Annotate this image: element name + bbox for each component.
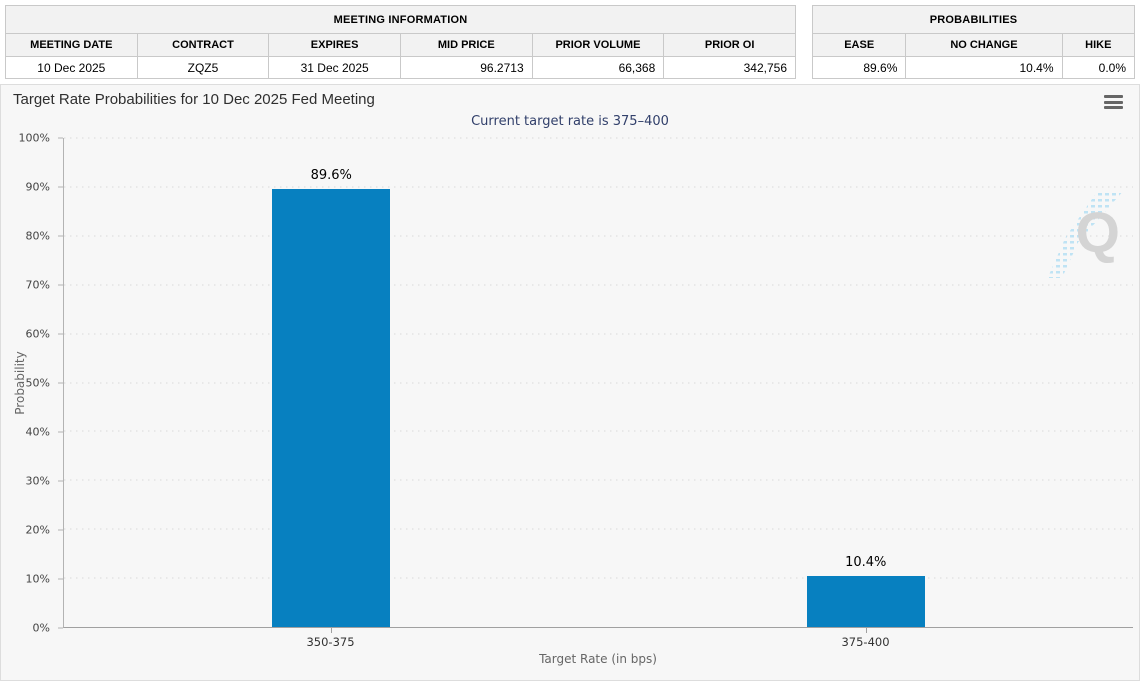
cell-hike: 0.0% (1061, 56, 1136, 79)
cell-prior-volume: 66,368 (531, 56, 665, 79)
column-header-hike: HIKE (1061, 33, 1136, 57)
y-axis-tick-label: 40% (25, 425, 50, 439)
cell-ease: 89.6% (811, 56, 907, 79)
x-axis-title: Target Rate (in bps) (539, 652, 657, 666)
menu-bar-line (1104, 95, 1123, 98)
x-axis-tick (331, 628, 333, 633)
column-header-prior-oi: PRIOR OI (663, 33, 796, 57)
y-axis-tick-label: 20% (25, 523, 50, 537)
cell-contract: ZQZ5 (136, 56, 270, 79)
x-axis-tick (865, 628, 867, 633)
probability-bar-350-375[interactable]: 89.6% (272, 168, 391, 627)
probabilities-table: PROBABILITIES EASE NO CHANGE HIKE 89.6% 10.… (811, 5, 1136, 79)
cell-prior-oi: 342,756 (663, 56, 796, 79)
category-slot: 10.4% (599, 138, 1134, 633)
fedwatch-chart-panel: Target Rate Probabilities for 10 Dec 202… (0, 84, 1140, 681)
meeting-info-header-row: MEETING DATE CONTRACT EXPIRES MID PRICE PRIO… (5, 33, 796, 57)
bars: 89.6% 10.4% (64, 138, 1134, 633)
y-axis-tick-label: 70% (25, 278, 50, 292)
x-axis-labels: 350-375 375-400 (63, 635, 1133, 649)
y-axis-tick-label: 90% (25, 180, 50, 194)
cell-no-change: 10.4% (905, 56, 1063, 79)
y-axis-tick-label: 60% (25, 327, 50, 341)
y-axis-tick-label: 50% (25, 376, 50, 390)
plot-area: Q 89.6% 10.4% (63, 137, 1134, 633)
cell-meeting-date: 10 Dec 2025 (5, 56, 138, 79)
probabilities-title-row: PROBABILITIES (812, 5, 1135, 34)
hamburger-menu-icon[interactable] (1104, 95, 1123, 112)
meeting-info-title: MEETING INFORMATION (5, 5, 796, 34)
bar-data-label: 10.4% (845, 555, 887, 571)
probability-bar-375-400[interactable]: 10.4% (806, 555, 925, 627)
probabilities-value-row: 89.6% 10.4% 0.0% (811, 56, 1136, 79)
category-slot: 89.6% (64, 138, 599, 633)
column-header-prior-volume: PRIOR VOLUME (531, 33, 665, 57)
probabilities-header-row: EASE NO CHANGE HIKE (811, 33, 1136, 57)
column-header-contract: CONTRACT (136, 33, 270, 57)
bar-data-label: 89.6% (310, 167, 352, 183)
y-axis-tick-label: 30% (25, 474, 50, 488)
probabilities-title: PROBABILITIES (812, 5, 1135, 34)
column-header-ease: EASE (811, 33, 907, 57)
meeting-info-title-row: MEETING INFORMATION (5, 5, 796, 34)
y-axis-tick-label: 0% (32, 621, 50, 635)
x-axis-category-label: 375-400 (841, 635, 890, 649)
chart-subtitle: Current target rate is 375–400 (471, 114, 669, 129)
menu-bar-line (1104, 100, 1123, 104)
x-axis-category-label: 350-375 (306, 635, 355, 649)
y-axis-labels: 0% 10% 20% 30% 40% 50% 60% 70% 80% 90% 100% (1, 132, 63, 635)
y-axis-tick-label: 10% (25, 572, 50, 586)
meeting-info-value-row: 10 Dec 2025 ZQZ5 31 Dec 2025 96.2713 66,368 3… (5, 56, 796, 79)
column-header-expires: EXPIRES (268, 33, 401, 57)
column-header-meeting-date: MEETING DATE (5, 33, 138, 57)
column-header-mid-price: MID PRICE (399, 33, 533, 57)
column-header-no-change: NO CHANGE (905, 33, 1063, 57)
y-axis-tick-label: 80% (25, 229, 50, 243)
menu-bar-line (1104, 106, 1123, 109)
chart-title: Target Rate Probabilities for 10 Dec 202… (13, 91, 375, 108)
y-axis-tick-label: 100% (18, 131, 50, 145)
cell-mid-price: 96.2713 (399, 56, 533, 79)
summary-tables-row: MEETING INFORMATION MEETING DATE CONTRACT… (0, 0, 1140, 79)
cell-expires: 31 Dec 2025 (268, 56, 401, 79)
meeting-info-table: MEETING INFORMATION MEETING DATE CONTRACT… (5, 5, 796, 79)
